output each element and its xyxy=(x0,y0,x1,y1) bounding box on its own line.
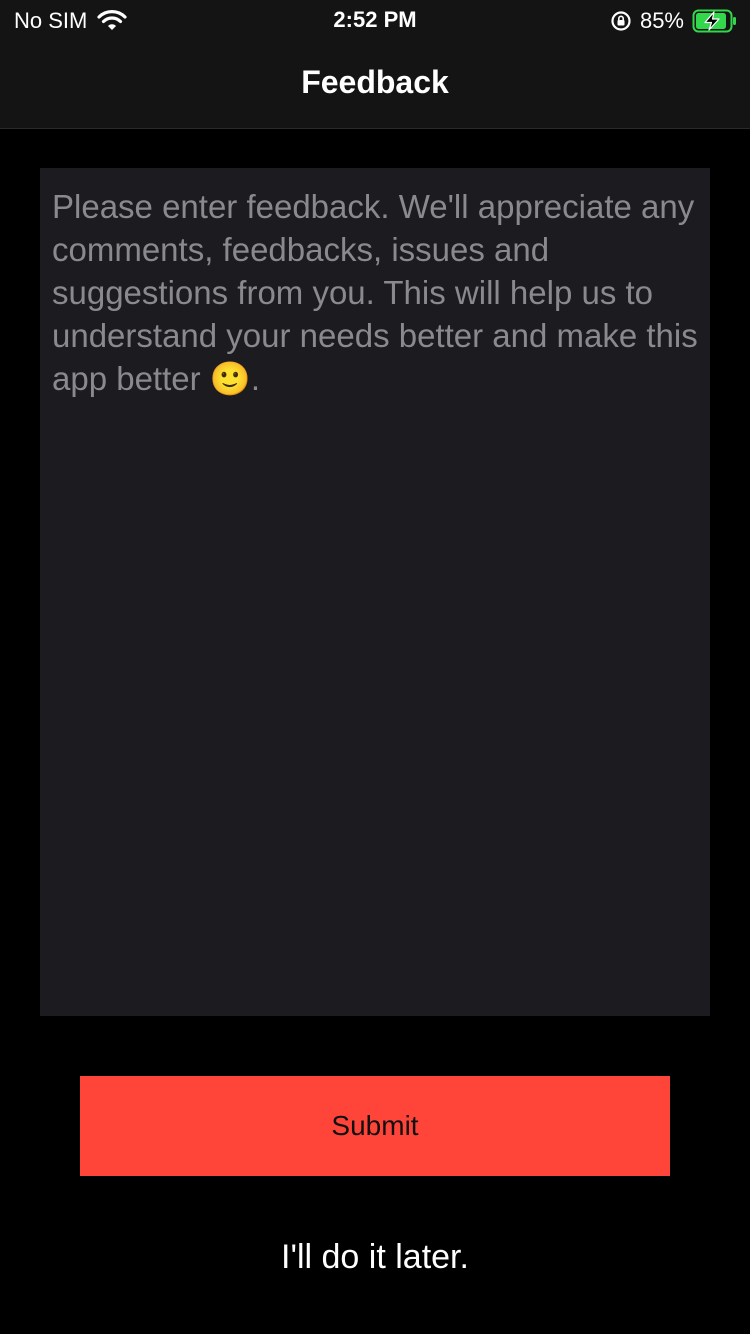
submit-button[interactable]: Submit xyxy=(80,1076,670,1176)
feedback-textarea[interactable] xyxy=(40,168,710,1016)
page-title: Feedback xyxy=(301,64,449,100)
lock-rotation-icon xyxy=(610,10,632,32)
status-bar: No SIM 2:52 PM 85% xyxy=(0,0,750,40)
battery-charging-icon xyxy=(692,9,738,33)
battery-percent: 85% xyxy=(639,8,684,33)
feedback-box xyxy=(40,168,710,1016)
feedback-screen: No SIM 2:52 PM 85% Feedback Please enter… xyxy=(0,0,750,1334)
do-it-later-link[interactable]: I'll do it later. xyxy=(0,1238,750,1277)
status-right: 85% xyxy=(610,7,738,35)
navigation-bar: Feedback xyxy=(0,40,750,129)
